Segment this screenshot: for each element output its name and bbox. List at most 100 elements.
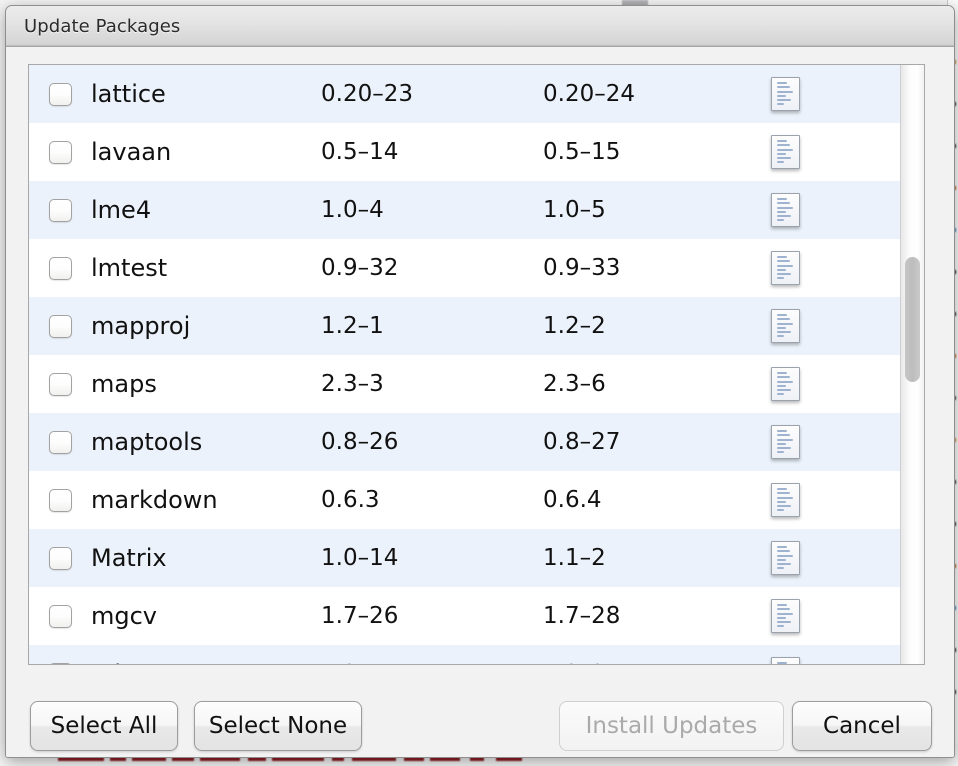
table-row[interactable]: mapproj1.2–11.2–2 [29, 297, 900, 355]
document-text-line [777, 604, 787, 606]
document-text-line [777, 265, 793, 267]
package-name: lavaan [91, 138, 321, 166]
package-name: lme4 [91, 196, 321, 224]
package-name: mgcv [91, 602, 321, 630]
select-all-label: Select All [51, 713, 158, 739]
package-checkbox[interactable] [49, 199, 72, 222]
news-cell[interactable] [765, 251, 900, 285]
installed-version: 1.2–1 [321, 661, 543, 664]
row-checkbox-cell[interactable] [29, 373, 91, 396]
installed-version: 1.0–14 [321, 545, 543, 571]
install-updates-label: Install Updates [586, 713, 758, 739]
table-row[interactable]: markdown0.6.30.6.4 [29, 471, 900, 529]
document-text-line [777, 546, 787, 548]
news-document-icon[interactable] [771, 657, 800, 664]
news-document-icon[interactable] [771, 251, 800, 285]
row-checkbox-cell[interactable] [29, 663, 91, 665]
row-checkbox-cell[interactable] [29, 315, 91, 338]
package-list[interactable]: lattice0.20–230.20–24lavaan0.5–140.5–15l… [29, 65, 900, 664]
package-name: markdown [91, 486, 321, 514]
select-none-button[interactable]: Select None [194, 701, 362, 751]
document-text-line [777, 314, 787, 316]
installed-version: 0.9–32 [321, 255, 543, 281]
news-cell[interactable] [765, 483, 900, 517]
cancel-label: Cancel [823, 713, 901, 739]
news-cell[interactable] [765, 77, 900, 111]
table-row[interactable]: lmtest0.9–320.9–33 [29, 239, 900, 297]
table-row[interactable]: lattice0.20–230.20–24 [29, 65, 900, 123]
available-version: 1.2–2 [543, 661, 765, 664]
available-version: 0.5–15 [543, 139, 765, 165]
cancel-button[interactable]: Cancel [792, 701, 932, 751]
row-checkbox-cell[interactable] [29, 141, 91, 164]
news-document-icon[interactable] [771, 483, 800, 517]
installed-version: 1.7–26 [321, 603, 543, 629]
news-document-icon[interactable] [771, 541, 800, 575]
news-document-icon[interactable] [771, 135, 800, 169]
scrollbar-thumb[interactable] [905, 257, 920, 383]
row-checkbox-cell[interactable] [29, 83, 91, 106]
table-row[interactable]: maptools0.8–260.8–27 [29, 413, 900, 471]
news-cell[interactable] [765, 367, 900, 401]
package-checkbox[interactable] [49, 663, 72, 665]
news-document-icon[interactable] [771, 425, 800, 459]
package-checkbox[interactable] [49, 83, 72, 106]
document-text-line [777, 613, 793, 615]
news-cell[interactable] [765, 657, 900, 664]
select-all-button[interactable]: Select All [30, 701, 178, 751]
package-checkbox[interactable] [49, 547, 72, 570]
document-text-line [777, 99, 791, 101]
available-version: 2.3–6 [543, 371, 765, 397]
news-cell[interactable] [765, 193, 900, 227]
row-checkbox-cell[interactable] [29, 489, 91, 512]
package-checkbox[interactable] [49, 489, 72, 512]
update-packages-dialog: Update Packages lattice0.20–230.20–24lav… [5, 5, 955, 758]
news-cell[interactable] [765, 541, 900, 575]
package-checkbox[interactable] [49, 257, 72, 280]
document-text-line [777, 492, 790, 494]
row-checkbox-cell[interactable] [29, 257, 91, 280]
package-checkbox[interactable] [49, 431, 72, 454]
news-cell[interactable] [765, 309, 900, 343]
document-text-line [777, 318, 790, 320]
news-document-icon[interactable] [771, 77, 800, 111]
document-text-line [777, 434, 790, 436]
package-checkbox[interactable] [49, 373, 72, 396]
package-name: lmtest [91, 254, 321, 282]
news-cell[interactable] [765, 425, 900, 459]
table-row[interactable]: lme41.0–41.0–5 [29, 181, 900, 239]
document-text-line [777, 86, 790, 88]
news-cell[interactable] [765, 135, 900, 169]
dialog-titlebar[interactable]: Update Packages [6, 6, 954, 47]
document-text-line [777, 443, 786, 445]
table-row[interactable]: Matrix1.0–141.1–2 [29, 529, 900, 587]
news-document-icon[interactable] [771, 599, 800, 633]
document-text-line [777, 393, 784, 395]
document-text-line [777, 157, 791, 159]
dialog-title: Update Packages [24, 16, 180, 37]
news-cell[interactable] [765, 599, 900, 633]
row-checkbox-cell[interactable] [29, 605, 91, 628]
package-checkbox[interactable] [49, 141, 72, 164]
news-document-icon[interactable] [771, 367, 800, 401]
package-checkbox[interactable] [49, 605, 72, 628]
package-checkbox[interactable] [49, 315, 72, 338]
document-text-line [777, 497, 793, 499]
document-text-line [777, 608, 790, 610]
select-none-label: Select None [209, 713, 347, 739]
news-document-icon[interactable] [771, 193, 800, 227]
document-text-line [777, 323, 793, 325]
row-checkbox-cell[interactable] [29, 431, 91, 454]
news-document-icon[interactable] [771, 309, 800, 343]
package-list-scrollbar[interactable] [900, 65, 924, 664]
table-row[interactable]: maps2.3–32.3–6 [29, 355, 900, 413]
row-checkbox-cell[interactable] [29, 547, 91, 570]
install-updates-button[interactable]: Install Updates [559, 701, 784, 751]
table-row[interactable]: mgcv1.7–261.7–28 [29, 587, 900, 645]
row-checkbox-cell[interactable] [29, 199, 91, 222]
document-text-line [777, 219, 784, 221]
table-row[interactable]: minqa1.2–11.2–2 [29, 645, 900, 664]
document-text-line [777, 335, 784, 337]
table-row[interactable]: lavaan0.5–140.5–15 [29, 123, 900, 181]
document-text-line [777, 211, 786, 213]
